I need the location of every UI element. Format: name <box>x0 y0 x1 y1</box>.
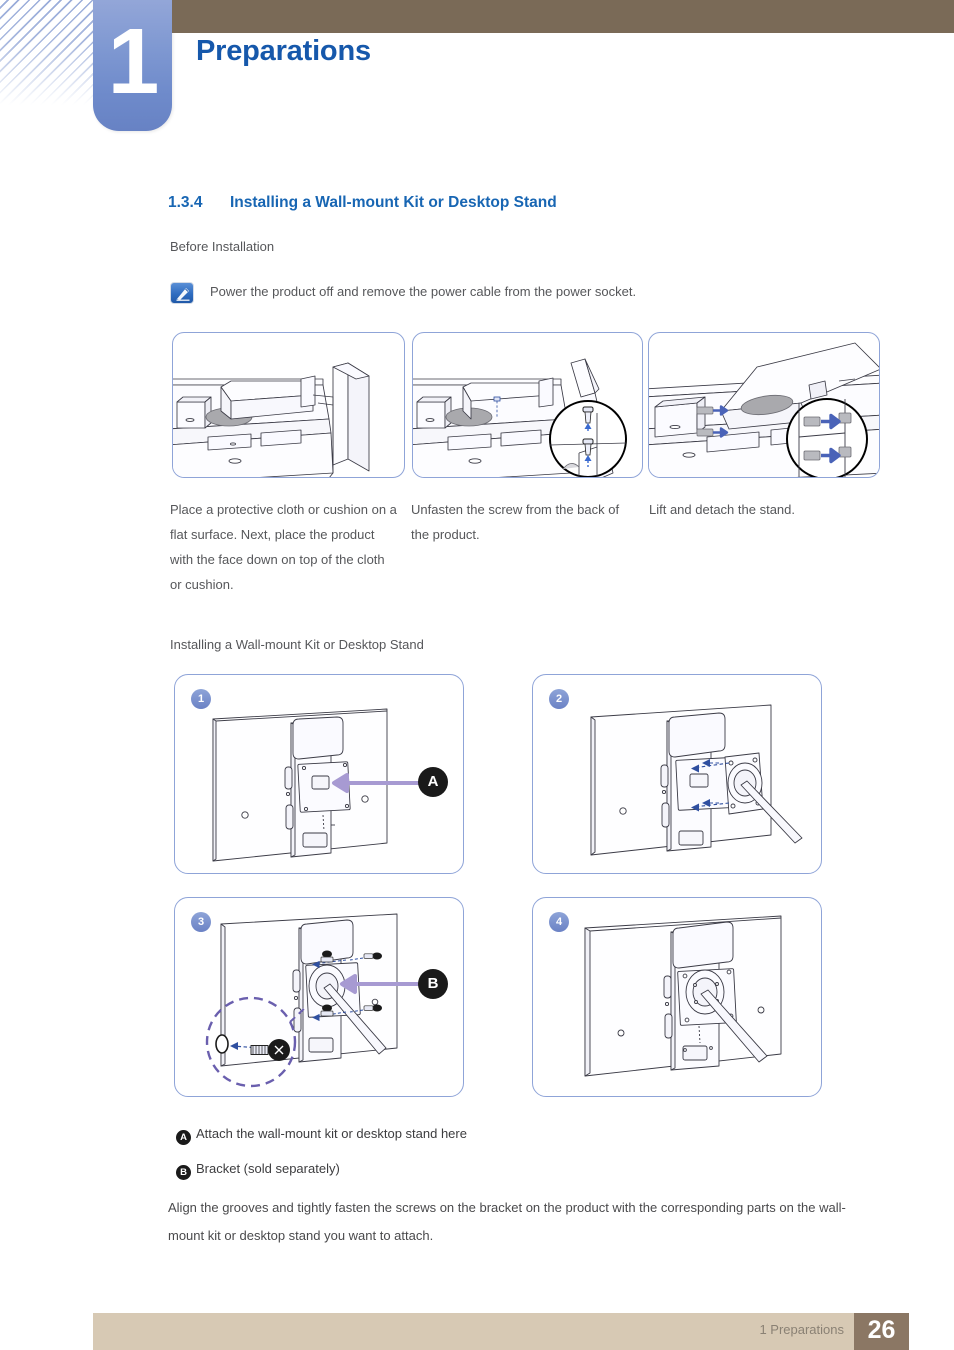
closing-paragraph: Align the grooves and tightly fasten the… <box>168 1200 846 1243</box>
step-panel-1: 1 A <box>174 674 464 874</box>
illustration-panel-cloth <box>172 332 405 478</box>
chapter-number: 1 <box>107 9 160 113</box>
header-brown-bar <box>172 0 954 33</box>
legend-item-b: B Bracket (sold separately) <box>176 1161 340 1180</box>
decorative-hatch-pattern <box>0 0 95 105</box>
section-number: 1.3.4 <box>168 194 203 211</box>
legend-badge-b: B <box>176 1165 191 1180</box>
manual-page: 1 Preparations 1.3.4 Installing a Wall-mo… <box>0 0 954 1350</box>
step-panel-3: 3 B <box>174 897 464 1097</box>
marker-b-panel3: B <box>418 969 448 999</box>
step-panel-2: 2 <box>532 674 822 874</box>
legend-text-a: Attach the wall-mount kit or desktop sta… <box>196 1126 467 1141</box>
caption-panel-unfasten: Unfasten the screw from the back of the … <box>411 502 620 542</box>
footer-chapter-label: 1 Preparations <box>759 1322 844 1337</box>
page-title: Preparations <box>196 35 371 67</box>
footer-bar <box>93 1313 854 1350</box>
legend-item-a: A Attach the wall-mount kit or desktop st… <box>176 1126 467 1145</box>
caption-panel-detach: Lift and detach the stand. <box>649 502 795 517</box>
note-row: Power the product off and remove the pow… <box>170 281 870 311</box>
legend-badge-a: A <box>176 1130 191 1145</box>
note-pen-icon <box>170 282 194 304</box>
before-installation-subheading: Before Installation <box>170 239 275 254</box>
chapter-tab: 1 <box>93 0 172 131</box>
page-number: 26 <box>867 1316 896 1344</box>
illustration-panel-unfasten <box>412 332 643 478</box>
section-heading: 1.3.4 Installing a Wall-mount Kit or Desk… <box>168 194 557 212</box>
marker-a-panel1: A <box>418 767 448 797</box>
section-title: Installing a Wall-mount Kit or Desktop S… <box>230 194 557 211</box>
install-subheading: Installing a Wall-mount Kit or Desktop S… <box>170 637 424 652</box>
step-panel-4: 4 <box>532 897 822 1097</box>
caption-panel-cloth: Place a protective cloth or cushion on a… <box>170 502 397 592</box>
note-text: Power the product off and remove the pow… <box>210 284 637 299</box>
legend-text-b: Bracket (sold separately) <box>196 1161 340 1176</box>
illustration-panel-detach <box>648 332 880 478</box>
